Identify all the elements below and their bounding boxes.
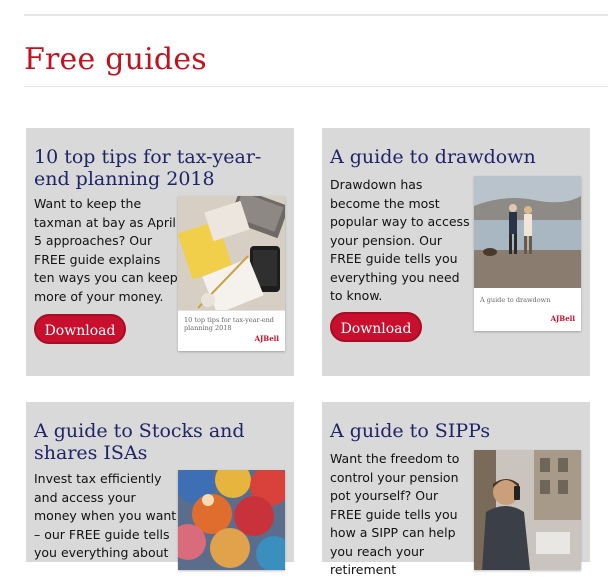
guide-cover-image[interactable]: A guide to drawdown AJBell [474, 176, 581, 331]
beach-couple-photo [474, 176, 581, 288]
guide-description: Drawdown has become the most popular way… [330, 177, 470, 303]
guide-title[interactable]: A guide to SIPPs [330, 420, 586, 442]
guide-cover-image[interactable] [474, 450, 581, 570]
ajbell-logo: AJBell [254, 334, 279, 343]
ajbell-logo: AJBell [550, 314, 575, 323]
guide-title[interactable]: A guide to drawdown [330, 146, 586, 168]
top-divider [24, 14, 608, 16]
cover-caption: 10 top tips for tax-year-end planning 20… [184, 316, 274, 332]
guide-description: Invest tax efficiently and access your m… [34, 471, 177, 560]
guide-description: Want to keep the taxman at bay as April … [34, 196, 178, 304]
guide-card-tax-year-end: 10 top tips for tax-year-end planning 20… [26, 128, 294, 376]
guide-title[interactable]: A guide to Stocks and shares ISAs [34, 420, 290, 464]
guide-description: Want the freedom to control your pension… [330, 451, 460, 577]
umbrellas-photo [178, 470, 285, 570]
guide-title[interactable]: 10 top tips for tax-year-end planning 20… [34, 146, 290, 190]
section-title: Free guides [24, 42, 207, 77]
title-divider [24, 86, 608, 87]
download-button[interactable]: Download [330, 312, 422, 342]
man-on-phone-photo [474, 450, 581, 570]
desk-flatlay-photo [178, 196, 285, 310]
cover-caption: A guide to drawdown [480, 296, 551, 304]
guide-cover-image[interactable]: 10 top tips for tax-year-end planning 20… [178, 196, 285, 351]
guide-card-isas: A guide to Stocks and shares ISAs Invest… [26, 402, 294, 570]
download-button[interactable]: Download [34, 314, 126, 344]
cover-divider [178, 310, 285, 311]
guide-card-sipps: A guide to SIPPs Want the freedom to con… [322, 402, 590, 577]
guide-card-drawdown: A guide to drawdown Drawdown has become … [322, 128, 590, 376]
guide-cover-image[interactable] [178, 470, 285, 570]
